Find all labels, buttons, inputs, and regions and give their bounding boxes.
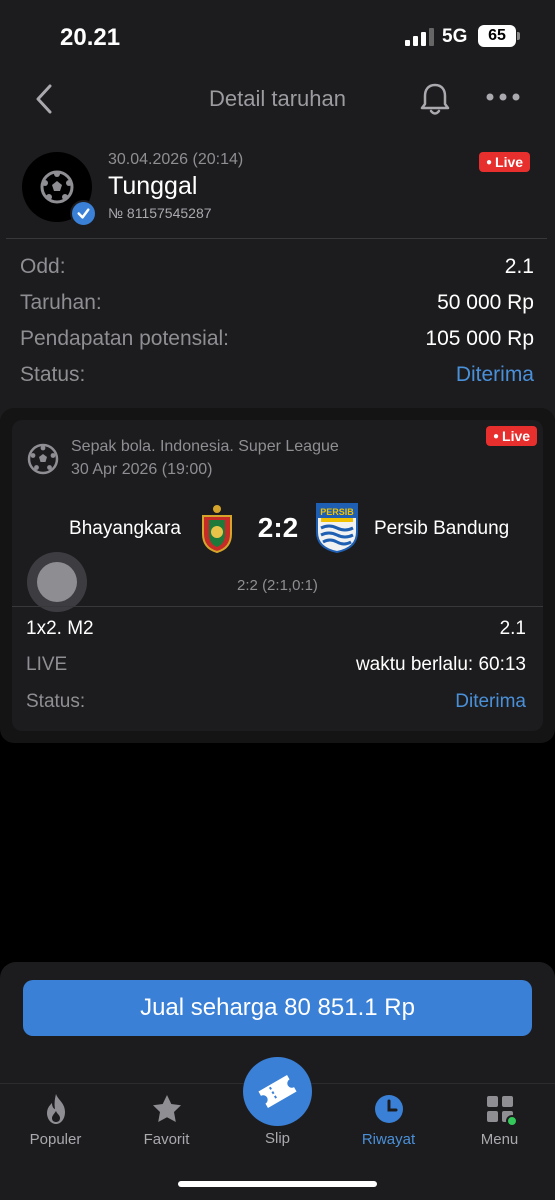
market-label: 1x2. M2 bbox=[26, 618, 94, 639]
tab-label: Populer bbox=[29, 1131, 82, 1148]
tab-label[interactable]: Slip bbox=[222, 1130, 333, 1147]
live-time-row: LIVE waktu berlalu: 60:13 bbox=[26, 651, 526, 679]
status-time: 20.21 bbox=[60, 24, 121, 51]
signal-icon bbox=[405, 28, 435, 46]
summary-label: Taruhan: bbox=[20, 291, 102, 314]
clock-icon bbox=[375, 1095, 403, 1123]
bet-date: 30.04.2026 (20:14) bbox=[108, 151, 244, 168]
persib-crest-icon: PERSIB bbox=[316, 503, 358, 554]
live-badge: ● Live bbox=[479, 152, 531, 172]
verified-check-icon bbox=[70, 200, 97, 227]
summary-label: Pendapatan potensial: bbox=[20, 327, 230, 350]
summary-value: 50 000 Rp bbox=[437, 291, 534, 314]
elapsed-time: waktu berlalu: 60:13 bbox=[355, 654, 526, 675]
summary-label: Status: bbox=[20, 363, 86, 386]
event-date: 30 Apr 2026 (19:00) bbox=[71, 461, 213, 478]
persib-crest-text: PERSIB bbox=[320, 507, 354, 517]
summary-row-stake: Taruhan: 50 000 Rp bbox=[20, 287, 534, 319]
status-label: Status: bbox=[26, 691, 86, 712]
status-value: Diterima bbox=[455, 363, 534, 386]
bell-icon[interactable] bbox=[418, 80, 452, 118]
flame-icon bbox=[47, 1094, 65, 1124]
live-dot-icon: ● bbox=[486, 157, 493, 168]
event-card[interactable]: Sepak bola. Indonesia. Super League 30 A… bbox=[12, 420, 543, 731]
bet-type: Tunggal bbox=[108, 172, 198, 200]
bhayangkara-crest-icon bbox=[202, 505, 232, 554]
summary-label: Odd: bbox=[20, 255, 66, 278]
summary-row-potential-win: Pendapatan potensial: 105 000 Rp bbox=[20, 323, 534, 355]
match-score: 2:2 bbox=[257, 512, 299, 543]
event-league: Sepak bola. Indonesia. Super League bbox=[71, 438, 339, 455]
tab-label: Favorit bbox=[143, 1131, 190, 1148]
ticket-icon bbox=[258, 1075, 297, 1108]
divider bbox=[12, 606, 543, 607]
battery-tip bbox=[517, 32, 520, 40]
home-indicator[interactable] bbox=[178, 1181, 377, 1187]
market-odd: 2.1 bbox=[499, 618, 526, 639]
page-title: Detail taruhan bbox=[209, 86, 346, 111]
star-icon bbox=[153, 1095, 181, 1122]
summary-value: 2.1 bbox=[504, 255, 534, 278]
more-icon[interactable] bbox=[485, 90, 521, 104]
event-live-badge: ● Live bbox=[486, 426, 538, 446]
grid-icon bbox=[487, 1096, 517, 1126]
event-status-row: Status: Diterima bbox=[26, 688, 526, 716]
bet-number: № 81157545287 bbox=[108, 205, 212, 221]
battery-icon: 65 bbox=[478, 25, 516, 47]
summary-row-odd: Odd: 2.1 bbox=[20, 251, 534, 283]
tab-label: Riwayat bbox=[361, 1131, 416, 1148]
tab-favorit[interactable]: Favorit bbox=[111, 1084, 222, 1164]
network-type: 5G bbox=[442, 26, 468, 47]
soccer-ball-icon bbox=[27, 443, 59, 475]
summary-value: 105 000 Rp bbox=[425, 327, 534, 350]
home-team-name: Bhayangkara bbox=[69, 518, 181, 539]
live-label: LIVE bbox=[26, 654, 68, 675]
tab-menu[interactable]: Menu bbox=[444, 1084, 555, 1164]
tab-label: Menu bbox=[480, 1131, 519, 1148]
score-detail: 2:2 (2:1,0:1) bbox=[237, 577, 318, 594]
tab-slip[interactable] bbox=[243, 1057, 312, 1126]
tab-riwayat[interactable]: Riwayat bbox=[333, 1084, 444, 1164]
market-row: 1x2. M2 2.1 bbox=[26, 615, 526, 643]
sell-bet-button[interactable]: Jual seharga 80 851.1 Rp bbox=[23, 980, 532, 1036]
nav-bar: Detail taruhan bbox=[0, 72, 555, 126]
away-team-name: Persib Bandung bbox=[374, 518, 510, 539]
live-dot-icon: ● bbox=[493, 431, 500, 442]
status-bar: 20.21 5G 65 bbox=[0, 0, 555, 72]
tab-populer[interactable]: Populer bbox=[0, 1084, 111, 1164]
status-value: Diterima bbox=[455, 691, 526, 712]
summary-row-status: Status: Diterima bbox=[20, 359, 534, 391]
divider bbox=[6, 238, 547, 239]
